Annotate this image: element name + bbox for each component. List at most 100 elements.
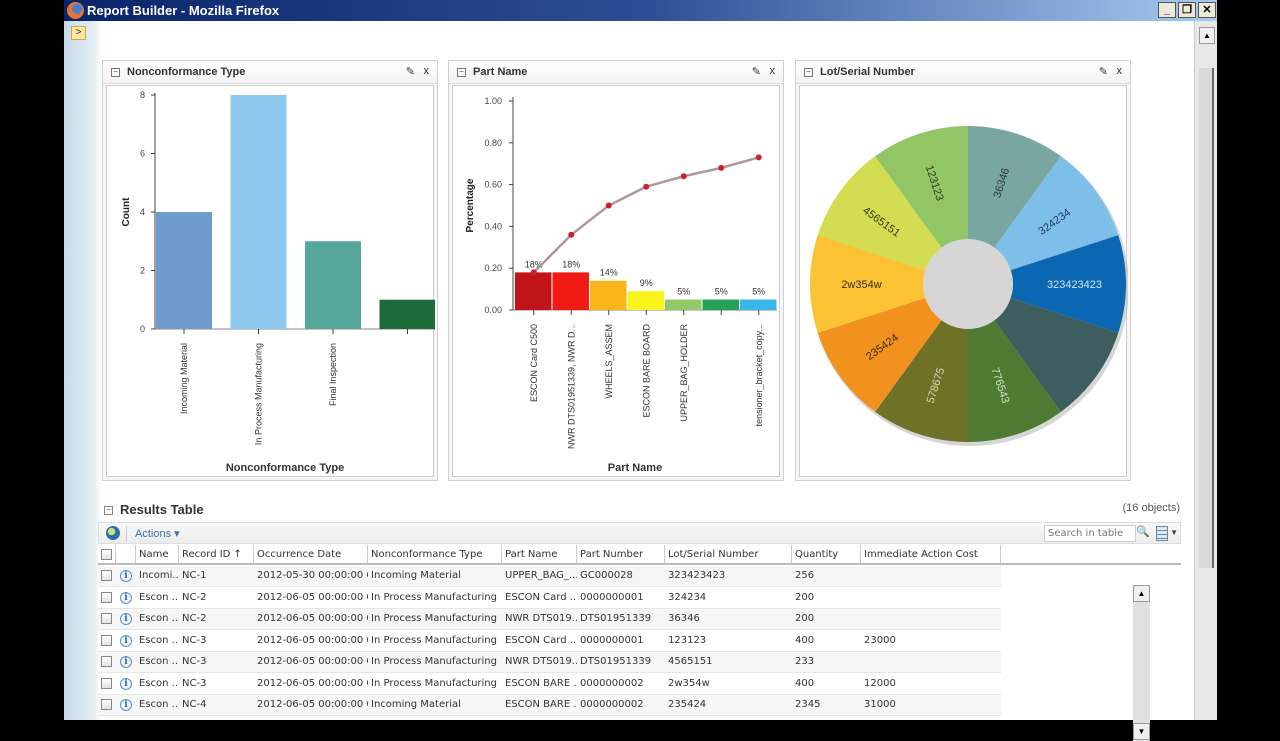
row-checkbox[interactable] — [101, 677, 112, 689]
minimize-button[interactable]: _ — [1158, 2, 1176, 18]
pareto-chart-part-name: 0.00 0.20 0.40 0.60 0.80 1.00 Percentage 18% ESC… — [465, 96, 777, 474]
table-row[interactable]: i Escon ...NC-2 2012-06-05 00:00:00 C...In… — [98, 609, 1001, 630]
collapse-icon[interactable]: − — [804, 68, 813, 77]
scroll-down-arrow[interactable]: ▼ — [1133, 723, 1150, 740]
row-checkbox[interactable] — [101, 656, 112, 667]
table-row[interactable]: i Escon ...NC-3 2012-06-05 00:00:00 C...In… — [98, 630, 1001, 652]
info-icon[interactable]: i — [120, 613, 132, 625]
info-icon[interactable]: i — [120, 634, 132, 647]
scroll-up-arrow[interactable]: ▲ — [1133, 585, 1150, 602]
column-header[interactable]: Record ID ↑ — [179, 545, 254, 563]
chevron-down-icon[interactable]: ▼ — [1170, 528, 1178, 537]
info-icon[interactable]: i — [120, 699, 132, 711]
cumulative-point — [718, 164, 725, 171]
panel-nonconformance-type: − Nonconformance Type ✎ x 0 2 4 6 8 Count Inco… — [102, 60, 438, 481]
y-tick-label: 0.20 — [484, 263, 502, 273]
collapse-icon[interactable]: − — [457, 68, 466, 77]
search-icon[interactable]: 🔍 — [1136, 525, 1150, 542]
table-row[interactable]: i Incomi...NC-1 2012-05-30 00:00:00 C...In… — [98, 566, 1001, 587]
table-cell: 0000000002 — [580, 677, 644, 689]
table-row[interactable]: i Escon ...NC-3 2012-06-05 00:00:00 C...In… — [98, 652, 1001, 673]
table-cell: 2012-06-05 00:00:00 C... — [257, 656, 368, 667]
collapse-icon[interactable]: − — [104, 506, 113, 515]
x-tick-label: ESCON Card C500 — [529, 324, 539, 402]
column-header[interactable]: Part Name — [502, 545, 577, 563]
edit-pencil-icon[interactable]: ✎ — [1099, 65, 1108, 78]
table-cell: 324234 — [668, 591, 707, 603]
table-row[interactable]: i Escon ...NC-4 2012-06-05 00:00:00 C...In… — [98, 695, 1001, 716]
sidebar-toggle-button[interactable]: > — [71, 26, 86, 40]
panel-header: − Part Name ✎ x — [449, 61, 783, 84]
close-window-button[interactable]: ✕ — [1198, 2, 1216, 18]
table-cell — [861, 566, 1001, 586]
table-cell: NC-3 — [182, 677, 207, 689]
column-header[interactable] — [116, 545, 136, 563]
column-header[interactable]: Lot/Serial Number — [665, 545, 792, 563]
table-cell: Incoming Material — [371, 699, 461, 710]
row-checkbox[interactable] — [101, 634, 112, 646]
table-cell — [861, 652, 1001, 672]
info-icon[interactable]: i — [120, 656, 132, 668]
table-cell: In Process Manufacturing — [371, 613, 497, 624]
column-header[interactable]: Quantity — [792, 545, 861, 563]
close-panel-icon[interactable]: x — [424, 65, 430, 77]
data-label: 5% — [715, 287, 728, 297]
info-icon[interactable]: i — [120, 570, 132, 582]
info-icon[interactable]: i — [120, 591, 132, 604]
column-header[interactable]: Part Number — [577, 545, 665, 563]
toolbar-separator — [126, 526, 127, 542]
close-panel-icon[interactable]: x — [770, 65, 776, 77]
table-cell: 2012-06-05 00:00:00 C... — [257, 677, 368, 689]
x-tick-label: Incoming Material — [179, 343, 189, 414]
table-cell: Escon ... — [139, 591, 179, 603]
row-checkbox[interactable] — [101, 613, 112, 624]
table-cell: 235424 — [668, 699, 707, 710]
table-cell: Escon ... — [139, 677, 179, 689]
table-cell: 200 — [795, 591, 815, 603]
bar — [590, 280, 627, 310]
table-cell: In Process Manufacturing — [371, 656, 497, 667]
table-row[interactable]: i Escon ...NC-2 2012-06-05 00:00:00 C...In… — [98, 587, 1001, 609]
search-in-table-input[interactable] — [1044, 525, 1136, 542]
row-checkbox[interactable] — [101, 591, 112, 603]
edit-pencil-icon[interactable]: ✎ — [752, 65, 761, 78]
column-header[interactable]: Occurrence Date — [254, 545, 368, 563]
bar — [379, 299, 435, 329]
table-scrollbar[interactable]: ▲ ▼ — [1133, 585, 1150, 741]
x-tick-label: In Process Manufacturing — [254, 343, 264, 445]
table-cell: 2345 — [795, 699, 821, 710]
actions-menu-button[interactable]: Actions ▾ — [135, 527, 180, 540]
close-panel-icon[interactable]: x — [1117, 65, 1123, 77]
table-cell: 2012-06-05 00:00:00 C... — [257, 613, 368, 624]
table-cell: 0000000001 — [580, 634, 644, 646]
table-cell: UPPER_BAG_... — [505, 570, 577, 581]
data-label: 9% — [640, 278, 653, 288]
window-title: Report Builder - Mozilla Firefox — [87, 3, 280, 18]
table-cell: GC000028 — [580, 570, 633, 581]
x-tick-label: Final Inspection — [328, 343, 338, 406]
column-header[interactable]: Nonconformance Type — [368, 545, 502, 563]
globe-icon[interactable] — [106, 526, 120, 540]
edit-pencil-icon[interactable]: ✎ — [406, 65, 415, 78]
info-icon[interactable]: i — [120, 677, 132, 690]
select-all-checkbox[interactable] — [98, 545, 116, 563]
collapse-icon[interactable]: − — [111, 68, 120, 77]
scroll-up-arrow[interactable]: ▲ — [1199, 27, 1215, 44]
table-cell: DTS01951339 — [580, 656, 652, 667]
y-axis-label: Count — [121, 197, 132, 227]
table-cell: Incoming Material — [371, 570, 461, 581]
table-cell: 0000000002 — [580, 699, 644, 710]
column-chooser-icon[interactable] — [1156, 526, 1168, 541]
restore-button[interactable]: ❐ — [1178, 2, 1196, 18]
table-cell: 400 — [795, 677, 815, 689]
results-header: − Results Table (16 objects) — [98, 499, 1184, 521]
row-checkbox[interactable] — [101, 570, 112, 581]
page-scrollbar[interactable]: ▲ — [1194, 21, 1217, 720]
column-header[interactable]: Name — [136, 545, 179, 563]
scrollbar-thumb[interactable] — [1199, 68, 1214, 568]
row-checkbox[interactable] — [101, 699, 112, 710]
table-row[interactable]: i Escon ...NC-3 2012-06-05 00:00:00 C...In… — [98, 673, 1001, 695]
column-header[interactable]: Immediate Action Cost — [861, 545, 1001, 563]
table-cell: NWR DTS019... — [505, 613, 577, 624]
checkbox[interactable] — [101, 549, 112, 560]
